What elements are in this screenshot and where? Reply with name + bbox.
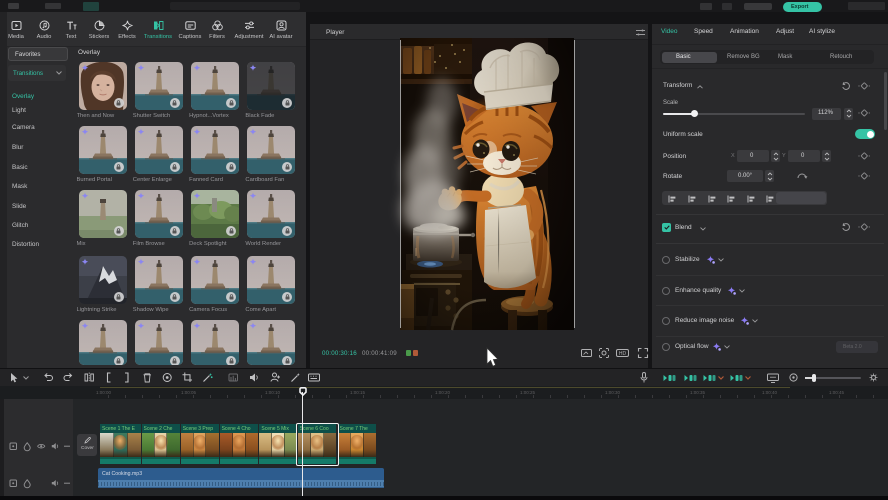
svg-text:HD: HD — [619, 351, 627, 357]
